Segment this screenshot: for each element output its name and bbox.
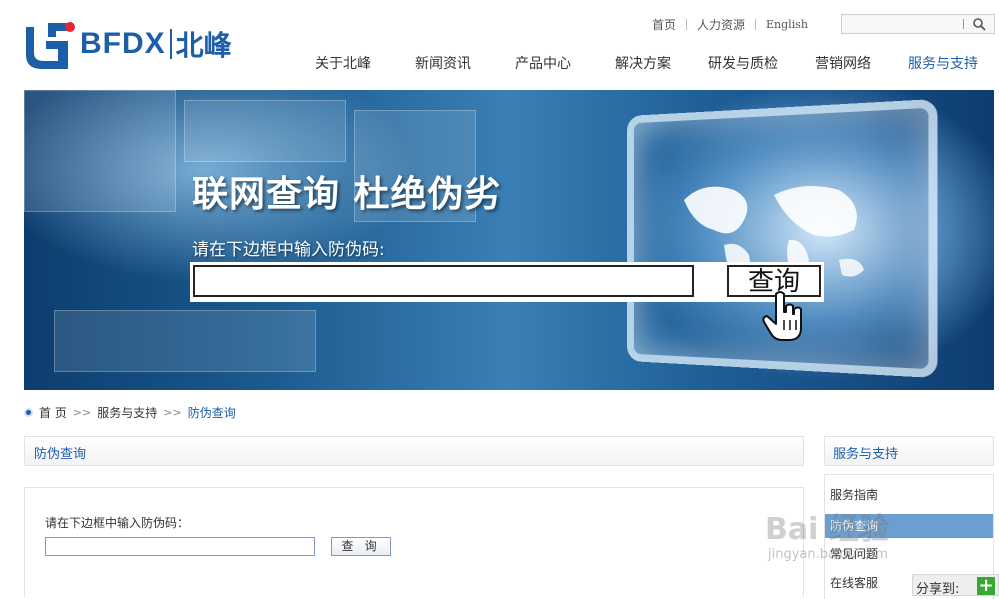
- logo-text: BFDX: [80, 27, 166, 60]
- sidebar-title: 服务与支持: [833, 447, 899, 462]
- banner-subtitle: 请在下边框中输入防伪码:: [192, 240, 385, 260]
- share-plus-icon[interactable]: +: [977, 577, 995, 595]
- content-panel-title: 防伪查询: [34, 447, 87, 462]
- code-input[interactable]: [45, 537, 315, 556]
- banner-query-form: 查询: [190, 262, 824, 302]
- sidebar-header: 服务与支持: [824, 436, 994, 466]
- nav-news[interactable]: 新闻资讯: [415, 53, 471, 73]
- watermark-url: jingyan.baidu.com: [768, 547, 888, 562]
- top-links: 首页 人力资源 English: [652, 16, 808, 33]
- toplink-hr[interactable]: 人力资源: [697, 16, 745, 33]
- hero-banner: 联网查询 杜绝伪劣 请在下边框中输入防伪码: 查询: [24, 90, 994, 390]
- code-input-label: 请在下边框中输入防伪码：: [45, 516, 190, 530]
- logo-mark-icon: [26, 22, 75, 69]
- banner-title: 联网查询 杜绝伪劣: [192, 174, 502, 215]
- breadcrumb-arrow-icon: >>: [72, 406, 92, 419]
- toplink-divider: [686, 19, 688, 30]
- nav-solutions[interactable]: 解决方案: [615, 53, 671, 73]
- content-panel-body: 请在下边框中输入防伪码： 查 询: [24, 487, 804, 597]
- banner-deco-panel: [24, 90, 176, 212]
- hand-pointer-icon: [762, 291, 802, 341]
- share-label: 分享到:: [916, 582, 960, 597]
- nav-rnd[interactable]: 研发与质检: [708, 53, 778, 73]
- nav-marketing[interactable]: 营销网络: [815, 53, 871, 73]
- toplink-divider: [755, 19, 757, 30]
- nav-products[interactable]: 产品中心: [515, 53, 571, 73]
- watermark-logo: Bai 经验: [765, 512, 889, 547]
- site-search[interactable]: [841, 14, 995, 34]
- logo-cn-text: 北峰: [175, 29, 232, 62]
- search-input[interactable]: [842, 15, 968, 31]
- breadcrumb-arrow-icon: >>: [163, 406, 182, 419]
- breadcrumb-current: 防伪查询: [187, 406, 236, 420]
- banner-deco-panel: [54, 310, 316, 372]
- site-logo[interactable]: BFDX 北峰: [24, 18, 232, 70]
- toplink-english[interactable]: English: [766, 18, 808, 31]
- search-icon[interactable]: [972, 17, 986, 31]
- breadcrumb-bullet-icon: [24, 408, 33, 417]
- query-button[interactable]: 查 询: [331, 537, 391, 556]
- logo-divider: [169, 29, 172, 59]
- banner-code-input[interactable]: [193, 265, 694, 297]
- toplink-home[interactable]: 首页: [652, 16, 676, 33]
- nav-service[interactable]: 服务与支持: [908, 53, 978, 73]
- main-nav: 关于北峰 新闻资讯 产品中心 解决方案 研发与质检 营销网络 服务与支持: [300, 53, 999, 73]
- breadcrumb-service[interactable]: 服务与支持: [97, 404, 157, 421]
- content-panel-header: 防伪查询: [24, 436, 804, 466]
- breadcrumb-home[interactable]: 首 页: [39, 404, 67, 421]
- banner-deco-panel: [184, 100, 346, 162]
- nav-about[interactable]: 关于北峰: [315, 53, 371, 73]
- search-divider: [963, 19, 964, 29]
- breadcrumb: 首 页 >> 服务与支持 >> 防伪查询: [24, 404, 236, 421]
